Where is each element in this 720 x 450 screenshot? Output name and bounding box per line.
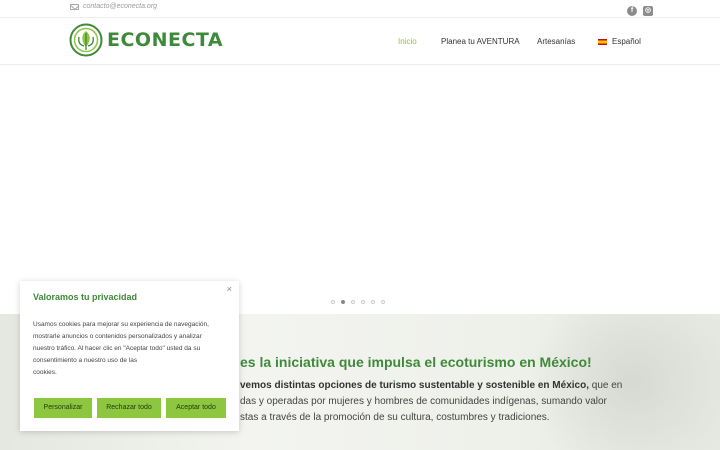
nav-artesanias[interactable]: Artesanías (537, 37, 575, 46)
cookie-text-line: consentimiento a nuestro uso de las (33, 357, 138, 364)
slider-dots (331, 300, 385, 304)
mail-icon (70, 3, 79, 10)
slider-dot[interactable] (331, 300, 335, 304)
cookie-text-line: Usamos cookies para mejorar su experienc… (33, 321, 209, 328)
contact-email-text[interactable]: contacto@econecta.org (83, 3, 157, 10)
site-header: ECONECTA Inicio Planea tu AVENTURA Artes… (0, 19, 720, 65)
customize-button[interactable]: Personalizar (34, 398, 92, 418)
cookie-text-line: nuestro tráfico. Al hacer clic en "Acept… (33, 345, 201, 352)
cookie-text-line: mostrarle anuncios o contenidos personal… (33, 333, 202, 340)
social-links: f ◎ (627, 6, 653, 16)
nav-inicio[interactable]: Inicio (398, 37, 417, 46)
intro-bold-text: vemos distintas opciones de turismo sust… (240, 380, 589, 391)
accept-all-button[interactable]: Aceptar todo (166, 398, 226, 418)
intro-line-1: vemos distintas opciones de turismo sust… (240, 378, 623, 394)
cookie-consent-banner: × Valoramos tu privacidad Usamos cookies… (20, 281, 239, 431)
intro-paragraph: vemos distintas opciones de turismo sust… (240, 378, 623, 426)
intro-line-3: stas a través de la promoción de su cult… (240, 412, 550, 423)
slider-dot[interactable] (381, 300, 385, 304)
slider-dot-active[interactable] (341, 300, 345, 304)
spain-flag-icon (598, 38, 607, 45)
close-icon[interactable]: × (227, 284, 232, 294)
contact-email[interactable]: contacto@econecta.org (70, 3, 157, 10)
cookie-text-line: cookies. (33, 369, 57, 376)
nav-language[interactable]: Español (598, 37, 641, 46)
intro-line-2: das y operadas por mujeres y hombres de … (240, 396, 607, 407)
slider-dot[interactable] (371, 300, 375, 304)
main-nav: Inicio Planea tu AVENTURA Artesanías Esp… (0, 37, 720, 51)
cookie-text: Usamos cookies para mejorar su experienc… (33, 319, 229, 379)
intro-headline: es la iniciativa que impulsa el ecoturis… (240, 354, 592, 370)
hero-slider[interactable] (0, 66, 720, 314)
top-bar: contacto@econecta.org f ◎ (0, 0, 720, 18)
cookie-title: Valoramos tu privacidad (33, 292, 138, 302)
slider-dot[interactable] (351, 300, 355, 304)
language-label: Español (612, 37, 641, 46)
slider-dot[interactable] (361, 300, 365, 304)
nav-planea-aventura[interactable]: Planea tu AVENTURA (441, 37, 520, 46)
page: contacto@econecta.org f ◎ ECONECTA Inici… (0, 0, 720, 450)
facebook-icon[interactable]: f (627, 6, 637, 16)
instagram-icon[interactable]: ◎ (643, 6, 653, 16)
intro-line-1-rest: que en (588, 380, 623, 391)
reject-all-button[interactable]: Rechazar todo (97, 398, 161, 418)
